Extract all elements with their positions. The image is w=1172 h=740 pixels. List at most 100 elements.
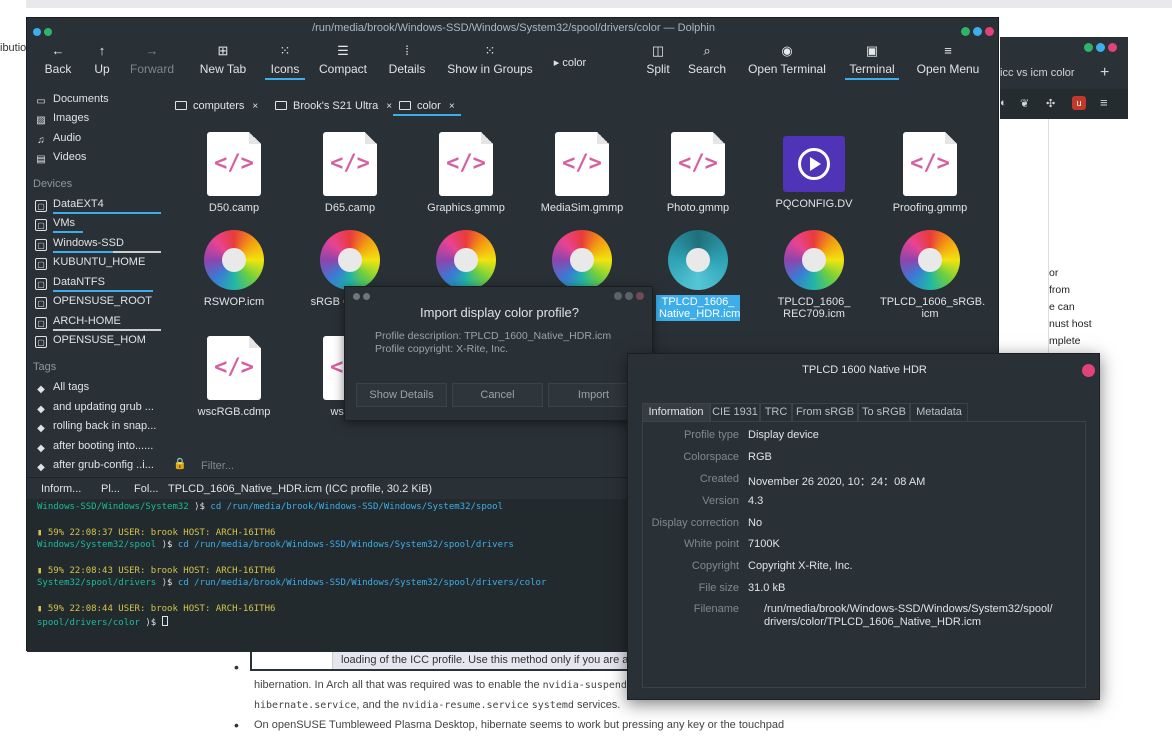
window-menu[interactable] — [353, 291, 371, 303]
show-in-groups-button[interactable]: ⁙ Show in Groups — [443, 38, 537, 88]
profile-description: Profile description: TPLCD_1600_Native_H… — [375, 330, 612, 342]
tab-metadata[interactable]: Metadata — [910, 403, 968, 422]
terminal-toggle-button[interactable]: ▣ Terminal — [845, 38, 899, 88]
file-item[interactable]: RSWOP.icm — [176, 230, 292, 308]
close-button[interactable] — [636, 292, 644, 300]
filename-value: /run/media/brook/Windows-SSD/Windows/Sys… — [764, 603, 1053, 615]
tab-to-srgb[interactable]: To sRGB — [858, 403, 910, 422]
split-button[interactable]: ◫ Split — [641, 38, 675, 88]
places-item-audio[interactable]: ♫ Audio — [35, 129, 81, 148]
page-snippet: nust host — [1049, 318, 1092, 330]
file-item[interactable]: </> D65.camp — [292, 132, 408, 214]
new-tab-button[interactable]: ⊞ New Tab — [195, 38, 251, 88]
device-opensuse-hom[interactable]: ▢ OPENSUSE_HOM — [35, 331, 146, 350]
file-item[interactable]: </> Graphics.gmmp — [408, 132, 524, 214]
close-tab-icon[interactable]: × — [386, 101, 392, 112]
tag-item[interactable]: ◆ after grub-config ..i... — [35, 456, 154, 475]
forward-button[interactable]: → Forward — [125, 38, 179, 88]
tab-computers[interactable]: computers × — [175, 96, 258, 116]
tag-item[interactable]: ◆ after booting into...... — [35, 437, 153, 456]
tag-item[interactable]: ◆ rolling back in snap... — [35, 417, 156, 436]
show-details-button[interactable]: Show Details — [356, 383, 447, 407]
file-item[interactable]: PQCONFIG.DV — [756, 132, 872, 210]
highlighted-text: loading of the ICC profile. Use this met… — [332, 651, 630, 669]
panel-tab-folders[interactable]: Fol... — [134, 478, 158, 500]
view-tabs: computers × Brook's S21 Ultra × color × — [167, 96, 1000, 116]
file-item[interactable]: </> MediaSim.gmmp — [524, 132, 640, 214]
extension-icon[interactable]: ❦ — [1020, 97, 1029, 110]
file-item[interactable]: TPLCD_1606_ REC709.icm — [756, 230, 872, 320]
back-button[interactable]: ← Back — [39, 38, 77, 88]
device-opensuse-root[interactable]: ▢ OPENSUSE_ROOT — [35, 292, 152, 311]
tab-from-srgb[interactable]: From sRGB — [792, 403, 858, 422]
panel-tab-places[interactable]: Pl... — [101, 478, 120, 500]
open-terminal-button[interactable]: ◉ Open Terminal — [743, 38, 831, 88]
device-dataext4[interactable]: ▢ DataEXT4 — [35, 195, 161, 214]
maximize-button[interactable] — [1096, 43, 1106, 52]
browser-tab-title[interactable]: icc vs icm color — [1000, 67, 1075, 79]
tag-icon: ◆ — [37, 404, 45, 415]
white-point-key: White point — [683, 538, 739, 550]
tab-brooks-s21-ultra[interactable]: Brook's S21 Ultra × — [275, 96, 392, 116]
places-item-documents[interactable]: ▭ Documents — [35, 90, 108, 109]
file-item[interactable]: </> wscRGB.cdmp — [176, 336, 292, 418]
device-windows-ssd[interactable]: ▢ Windows-SSD — [35, 234, 161, 253]
device-kubuntu-home[interactable]: ▢ KUBUNTU_HOME — [35, 253, 145, 272]
ublock-icon[interactable]: u — [1072, 96, 1086, 110]
file-item[interactable]: TPLCD_1606_sRGB. icm — [872, 230, 988, 320]
tab-trc[interactable]: TRC — [760, 403, 792, 422]
tab-cie-1931[interactable]: CIE 1931 — [710, 403, 760, 422]
places-item-videos[interactable]: ▤ Videos — [35, 148, 86, 167]
close-button[interactable] — [1108, 43, 1118, 52]
import-button[interactable]: Import — [548, 383, 639, 407]
tab-information[interactable]: Information — [642, 403, 710, 422]
window-controls — [613, 291, 644, 303]
tag-item[interactable]: ◆ and updating grub ... — [35, 398, 154, 417]
details-view-button[interactable]: ⁞ Details — [385, 38, 429, 88]
lock-icon[interactable]: 🔒 — [173, 457, 187, 470]
tag-item[interactable]: ◆ All tags — [35, 378, 89, 397]
up-button[interactable]: ↑ Up — [89, 38, 115, 88]
open-menu-button[interactable]: ≡ Open Menu — [913, 38, 983, 88]
file-item[interactable]: </> Photo.gmmp — [640, 132, 756, 214]
device-vms[interactable]: ▢ VMs — [35, 214, 83, 233]
breadcrumb[interactable]: ▸ color — [547, 54, 593, 72]
file-item-selected[interactable]: TPLCD_1606_ Native_HDR.icm — [640, 230, 756, 321]
compact-view-button[interactable]: ☰ Compact — [315, 38, 371, 88]
colorspace-key: Colorspace — [683, 451, 739, 463]
file-item[interactable]: </> Proofing.gmmp — [872, 132, 988, 214]
page-strip: loading of the ICC profile. Use this met… — [250, 651, 630, 671]
panel-tab-information[interactable]: Inform... — [41, 478, 81, 500]
xml-file-icon: </> — [323, 132, 377, 196]
copyright-key: Copyright — [691, 560, 739, 572]
xml-file-icon: </> — [439, 132, 493, 196]
file-item[interactable]: </> D50.camp — [176, 132, 292, 214]
hamburger-icon: ≡ — [944, 43, 952, 58]
icons-view-button[interactable]: ⁙ Icons — [265, 38, 305, 88]
minimize-button[interactable] — [613, 292, 622, 300]
extension-icon[interactable]: ◐ — [1000, 97, 1007, 109]
new-tab-button[interactable]: + — [1100, 64, 1109, 82]
device-arch-home[interactable]: ▢ ARCH-HOME — [35, 312, 161, 331]
minimize-button[interactable] — [960, 27, 970, 36]
maximize-button[interactable] — [972, 27, 982, 36]
filter-input[interactable]: Filter... — [201, 460, 234, 472]
close-button[interactable] — [1082, 364, 1095, 377]
cancel-button[interactable]: Cancel — [452, 383, 543, 407]
device-datantfs[interactable]: ▢ DataNTFS — [35, 273, 153, 292]
tab-color[interactable]: color × — [393, 96, 461, 116]
list-line-2: hibernation. In Arch all that was requir… — [254, 675, 663, 696]
extension-icon[interactable]: ✣ — [1046, 97, 1055, 110]
minimize-button[interactable] — [1084, 43, 1093, 52]
maximize-button[interactable] — [624, 292, 633, 300]
close-button[interactable] — [985, 27, 994, 36]
places-item-images[interactable]: ▨ Images — [35, 109, 89, 128]
menu-icon[interactable]: ≡ — [1100, 95, 1108, 110]
forward-icon: → — [145, 43, 159, 58]
close-tab-icon[interactable]: × — [449, 101, 455, 112]
search-button[interactable]: ⌕ Search — [685, 38, 729, 88]
close-tab-icon[interactable]: × — [252, 101, 258, 112]
viewer-title: TPLCD 1600 Native HDR — [802, 364, 927, 376]
up-icon: ↑ — [98, 43, 106, 58]
copyright-value: Copyright X-Rite, Inc. — [748, 560, 853, 572]
